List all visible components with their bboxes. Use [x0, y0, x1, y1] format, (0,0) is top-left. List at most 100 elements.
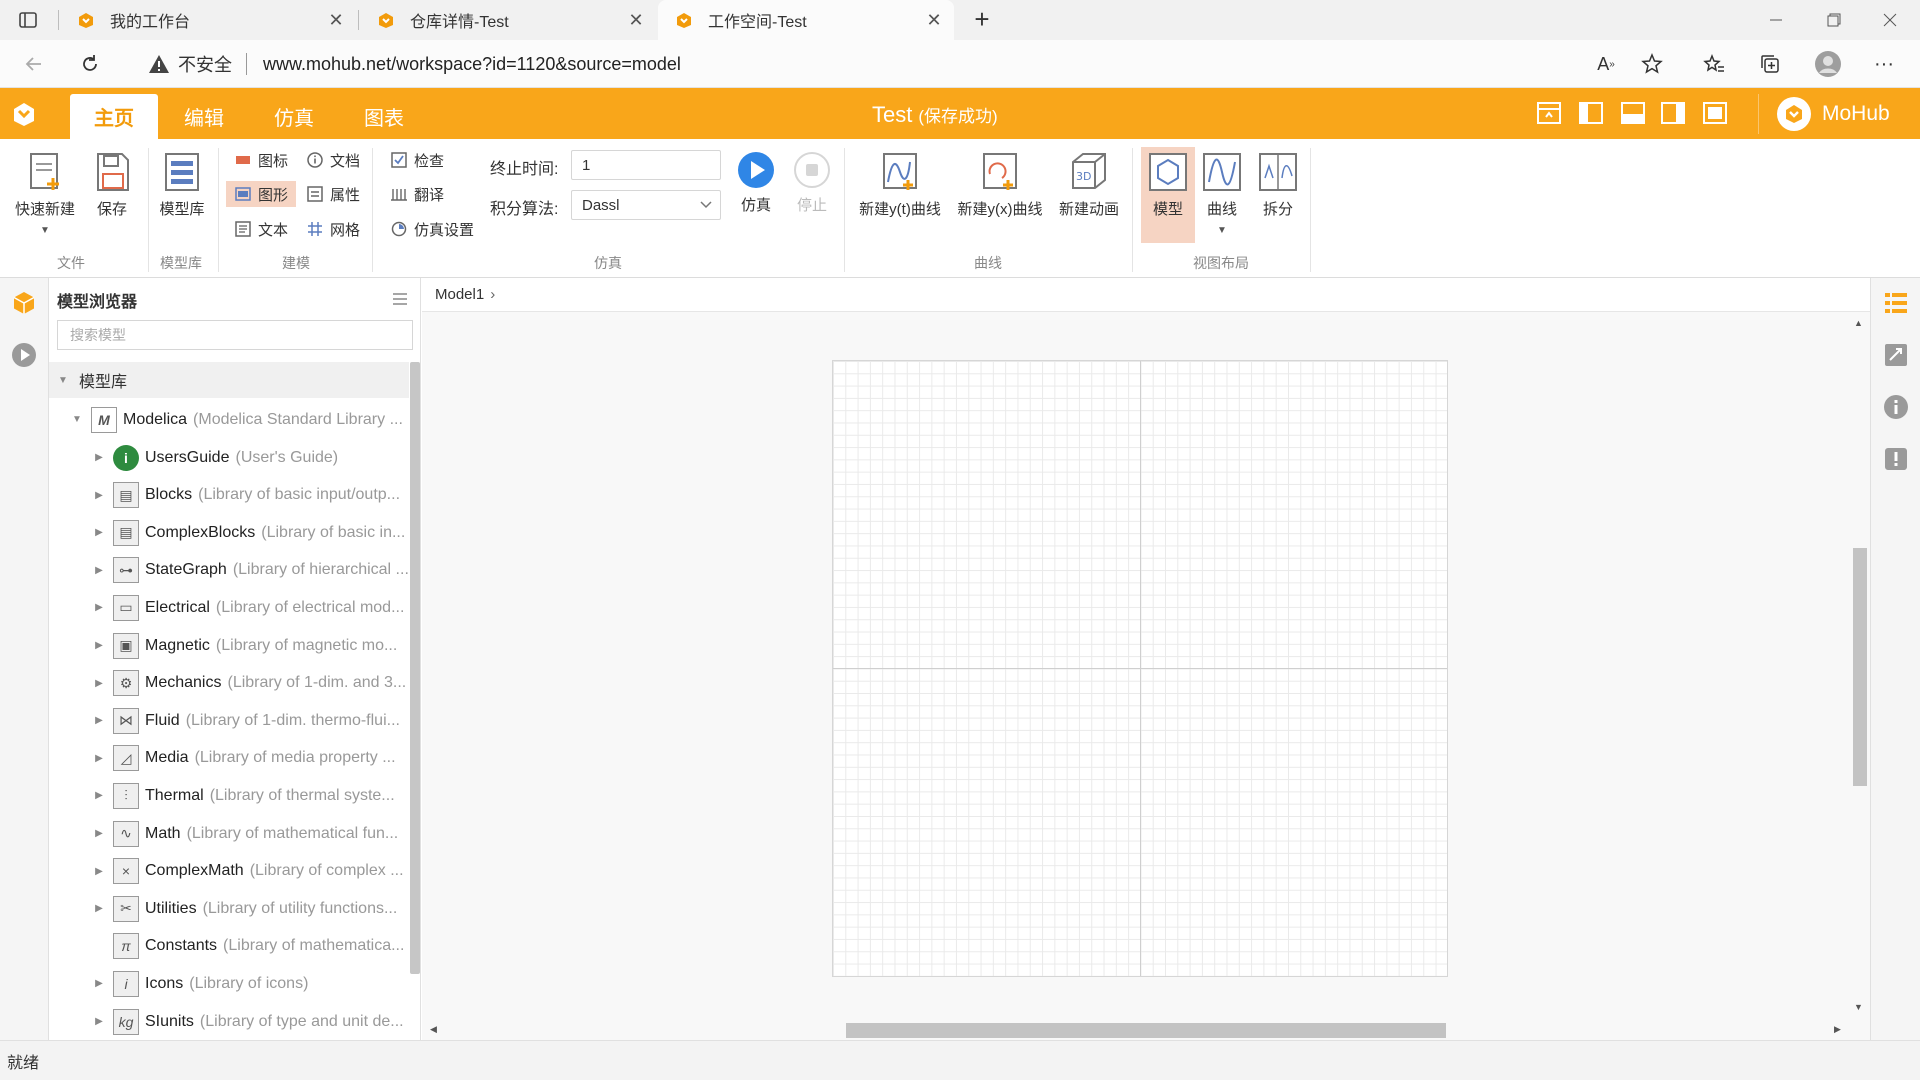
more-menu-icon[interactable]: ··· — [1868, 48, 1900, 80]
tree-row-math[interactable]: ▶ ∿ Math (Library of mathematical fun... — [49, 815, 409, 852]
expand-arrow-icon[interactable]: ▶ — [93, 978, 105, 989]
component-params-icon[interactable] — [1883, 342, 1909, 368]
expand-arrow-icon[interactable]: ▶ — [93, 678, 105, 689]
stop-time-input[interactable]: 1 — [571, 150, 721, 180]
expand-arrow-icon[interactable]: ▶ — [93, 866, 105, 877]
info-icon[interactable] — [1883, 394, 1909, 420]
layout-left-icon[interactable] — [1578, 100, 1604, 126]
new-tab-button[interactable]: + — [966, 4, 998, 36]
tree-row-siunits[interactable]: ▶ kg SIunits (Library of type and unit de..… — [49, 1003, 409, 1040]
model-library-header[interactable]: ▼ 模型库 — [49, 362, 409, 398]
doc-view-button[interactable]: 文档 — [306, 147, 360, 173]
back-icon[interactable] — [18, 48, 50, 80]
horizontal-scroll-thumb[interactable] — [846, 1023, 1446, 1038]
new-yx-curve-button[interactable]: 新建y(x)曲线 — [956, 150, 1044, 219]
expand-arrow-icon[interactable]: ▶ — [93, 715, 105, 726]
sim-settings-button[interactable]: 仿真设置 — [390, 216, 474, 242]
mohub-account[interactable]: MoHub — [1776, 94, 1890, 134]
expand-arrow-icon[interactable]: ▶ — [93, 602, 105, 613]
tab-home[interactable]: 主页 — [70, 94, 158, 139]
model-library-button[interactable]: 模型库 — [158, 150, 206, 219]
message-icon[interactable] — [1883, 446, 1909, 472]
expand-arrow-icon[interactable]: ▶ — [93, 753, 105, 764]
grid-view-button[interactable]: 网格 — [306, 216, 360, 242]
tree-row-modelica[interactable]: ▼ M Modelica (Modelica Standard Library … — [49, 401, 409, 438]
model-browser-rail-icon[interactable] — [11, 290, 37, 316]
refresh-icon[interactable] — [74, 48, 106, 80]
tree-scrollbar[interactable] — [410, 362, 420, 974]
expand-arrow-icon[interactable]: ▶ — [93, 1016, 105, 1027]
layout-split-button[interactable]: 拆分 — [1256, 150, 1300, 219]
component-list-icon[interactable] — [1883, 290, 1909, 316]
browser-tab-workspace[interactable]: 工作空间-Test ✕ — [658, 0, 954, 40]
expand-arrow-icon[interactable]: ▶ — [93, 903, 105, 914]
breadcrumb-model[interactable]: Model1 — [435, 286, 484, 303]
diagram-view-button[interactable]: 图形 — [226, 181, 297, 207]
scroll-right-icon[interactable]: ▶ — [1834, 1024, 1841, 1035]
tree-row-complexblocks[interactable]: ▶ ▤ ComplexBlocks (Library of basic in... — [49, 514, 409, 551]
expand-arrow-icon[interactable]: ▶ — [93, 565, 105, 576]
browser-tab-repo[interactable]: 仓库详情-Test ✕ — [360, 0, 656, 40]
expand-arrow-icon[interactable]: ▶ — [93, 640, 105, 651]
layout-top-icon[interactable] — [1536, 100, 1562, 126]
tree-row-fluid[interactable]: ▶ ⋈ Fluid (Library of 1-dim. thermo-flui... — [49, 702, 409, 739]
icon-view-button[interactable]: 图标 — [234, 147, 288, 173]
tab-simulate[interactable]: 仿真 — [258, 94, 330, 139]
layout-curve-button[interactable]: 曲线 ▼ — [1202, 150, 1242, 236]
minimize-window-icon[interactable] — [1766, 10, 1786, 30]
new-animation-button[interactable]: 3D 新建动画 — [1056, 150, 1122, 219]
algorithm-select[interactable]: Dassl — [571, 190, 721, 220]
tab-actions-icon[interactable] — [18, 10, 38, 30]
expand-arrow-icon[interactable]: ▶ — [93, 490, 105, 501]
tab-charts[interactable]: 图表 — [348, 94, 420, 139]
browser-tab-workbench[interactable]: 我的工作台 ✕ — [60, 0, 356, 40]
scroll-down-icon[interactable]: ▼ — [1854, 1002, 1863, 1012]
restore-window-icon[interactable] — [1823, 10, 1843, 30]
tree-row-constants[interactable]: π Constants (Library of mathematica... — [49, 928, 409, 965]
layout-bottom-icon[interactable] — [1620, 100, 1646, 126]
expand-arrow-icon[interactable]: ▶ — [93, 527, 105, 538]
close-tab-icon[interactable]: ✕ — [924, 10, 944, 30]
url-field[interactable]: 不安全 www.mohub.net/workspace?id=1120&sour… — [130, 46, 1660, 82]
close-tab-icon[interactable]: ✕ — [626, 10, 646, 30]
add-favorite-icon[interactable] — [1636, 48, 1668, 80]
simulation-rail-icon[interactable] — [11, 342, 37, 368]
tree-row-media[interactable]: ▶ ◿ Media (Library of media property ... — [49, 740, 409, 777]
close-window-icon[interactable] — [1880, 10, 1900, 30]
tree-row-magnetic[interactable]: ▶ ▣ Magnetic (Library of magnetic mo... — [49, 627, 409, 664]
simulate-button[interactable]: 仿真 — [734, 150, 778, 215]
profile-avatar[interactable] — [1812, 48, 1844, 80]
scroll-up-icon[interactable]: ▲ — [1854, 318, 1863, 328]
save-button[interactable]: 保存 — [92, 150, 132, 219]
expand-arrow-icon[interactable]: ▶ — [93, 828, 105, 839]
stop-button[interactable]: 停止 — [790, 150, 834, 215]
collections-icon[interactable] — [1754, 48, 1786, 80]
layout-full-icon[interactable] — [1702, 100, 1728, 126]
diagram-canvas[interactable] — [832, 360, 1448, 977]
properties-view-button[interactable]: 属性 — [306, 181, 360, 207]
new-yt-curve-button[interactable]: 新建y(t)曲线 — [856, 150, 944, 219]
layout-model-inner[interactable]: 模型 — [1148, 150, 1188, 219]
quick-new-button[interactable]: 快速新建 ▼ — [14, 150, 76, 236]
tree-row-utilities[interactable]: ▶ ✂ Utilities (Library of utility functions… — [49, 890, 409, 927]
vertical-scroll-thumb[interactable] — [1853, 548, 1867, 786]
translate-button[interactable]: 翻译 — [390, 181, 444, 207]
expand-arrow-icon[interactable]: ▶ — [93, 790, 105, 801]
mohub-logo-icon[interactable] — [10, 100, 38, 128]
tree-row-complexmath[interactable]: ▶ × ComplexMath (Library of complex ... — [49, 853, 409, 890]
tab-edit[interactable]: 编辑 — [168, 94, 240, 139]
tree-row-mechanics[interactable]: ▶ ⚙ Mechanics (Library of 1-dim. and 3... — [49, 665, 409, 702]
tree-row-thermal[interactable]: ▶ ⫶ Thermal (Library of thermal syste... — [49, 777, 409, 814]
search-model-input[interactable]: 搜索模型 — [57, 320, 413, 350]
check-button[interactable]: 检查 — [390, 147, 444, 173]
tree-row-usersguide[interactable]: ▶ i UsersGuide (User's Guide) — [49, 439, 409, 476]
tree-row-stategraph[interactable]: ▶ ⊶ StateGraph (Library of hierarchical ... — [49, 552, 409, 589]
list-menu-icon[interactable] — [391, 290, 409, 308]
tree-row-blocks[interactable]: ▶ ▤ Blocks (Library of basic input/outp... — [49, 477, 409, 514]
tree-row-icons[interactable]: ▶ i Icons (Library of icons) — [49, 965, 409, 1002]
favorites-icon[interactable] — [1698, 48, 1730, 80]
scroll-left-icon[interactable]: ◀ — [430, 1024, 437, 1035]
tree-row-electrical[interactable]: ▶ ▭ Electrical (Library of electrical mod..… — [49, 589, 409, 626]
expand-arrow-icon[interactable]: ▶ — [93, 452, 105, 463]
read-aloud-icon[interactable]: A» — [1590, 48, 1622, 80]
